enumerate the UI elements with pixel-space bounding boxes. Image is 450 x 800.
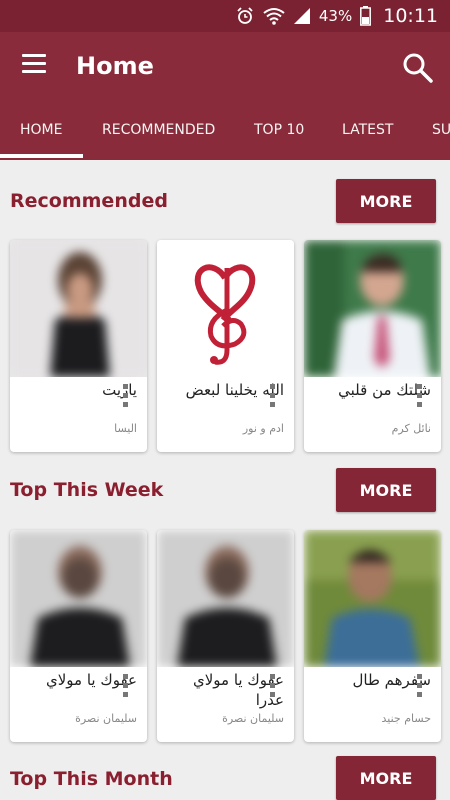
battery-percent: 43%	[318, 7, 353, 25]
menu-icon[interactable]	[20, 54, 50, 78]
clock: 10:11	[383, 5, 438, 27]
artist-name: سليمان نصرة	[75, 712, 137, 725]
song-thumbnail	[10, 530, 147, 667]
tab-su[interactable]: SU	[432, 122, 450, 138]
wifi-icon	[263, 8, 285, 25]
battery-icon	[360, 6, 372, 26]
overflow-menu-icon[interactable]	[414, 674, 424, 702]
overflow-menu-icon[interactable]	[120, 384, 130, 412]
more-button-top-this-week[interactable]: MORE	[336, 468, 436, 512]
overflow-menu-icon[interactable]	[414, 384, 424, 412]
tab-top-10[interactable]: TOP 10	[254, 122, 304, 138]
page-title: Home	[76, 52, 154, 80]
overflow-menu-icon[interactable]	[120, 674, 130, 702]
artist-name: سليمان نصرة	[222, 712, 284, 725]
app-bar: Home	[0, 32, 450, 104]
section-title-top-this-month: Top This Month	[10, 768, 173, 790]
song-card[interactable]: شلتك من قلبي نائل كرم	[304, 240, 441, 452]
tab-latest[interactable]: LATEST	[342, 122, 393, 138]
status-icons: 43% 10:11	[235, 0, 438, 32]
artist-name: ادم و نور	[242, 422, 284, 435]
alarm-icon	[237, 7, 253, 24]
overflow-menu-icon[interactable]	[267, 384, 277, 412]
tab-home[interactable]: HOME	[20, 122, 62, 138]
song-card[interactable]: سفرهم طال حسام جنيد	[304, 530, 441, 742]
song-card[interactable]: عفوك يا مولاي عدرا سليمان نصرة	[157, 530, 294, 742]
song-card[interactable]: ياريت اليسا	[10, 240, 147, 452]
song-thumbnail	[157, 240, 294, 377]
song-card[interactable]: عفوك يا مولاي سليمان نصرة	[10, 530, 147, 742]
tab-bar: HOME RECOMMENDED TOP 10 LATEST SU	[0, 104, 450, 160]
tab-recommended[interactable]: RECOMMENDED	[102, 122, 215, 138]
song-thumbnail	[304, 530, 441, 667]
section-title-recommended: Recommended	[10, 190, 168, 212]
artist-name: حسام جنيد	[381, 712, 431, 725]
signal-icon	[293, 8, 310, 24]
song-thumbnail	[304, 240, 441, 377]
artist-name: نائل كرم	[391, 422, 431, 435]
more-button-top-this-month[interactable]: MORE	[336, 756, 436, 800]
song-thumbnail	[157, 530, 294, 667]
song-thumbnail	[10, 240, 147, 377]
overflow-menu-icon[interactable]	[267, 674, 277, 702]
status-bar: 43% 10:11	[0, 0, 450, 32]
section-title-top-this-week: Top This Week	[10, 479, 164, 501]
song-card[interactable]: الله يخلينا لبعض ادم و نور	[157, 240, 294, 452]
search-icon[interactable]	[402, 52, 434, 84]
artist-name: اليسا	[114, 422, 137, 435]
more-button-recommended[interactable]: MORE	[336, 179, 436, 223]
tab-indicator	[0, 154, 83, 158]
